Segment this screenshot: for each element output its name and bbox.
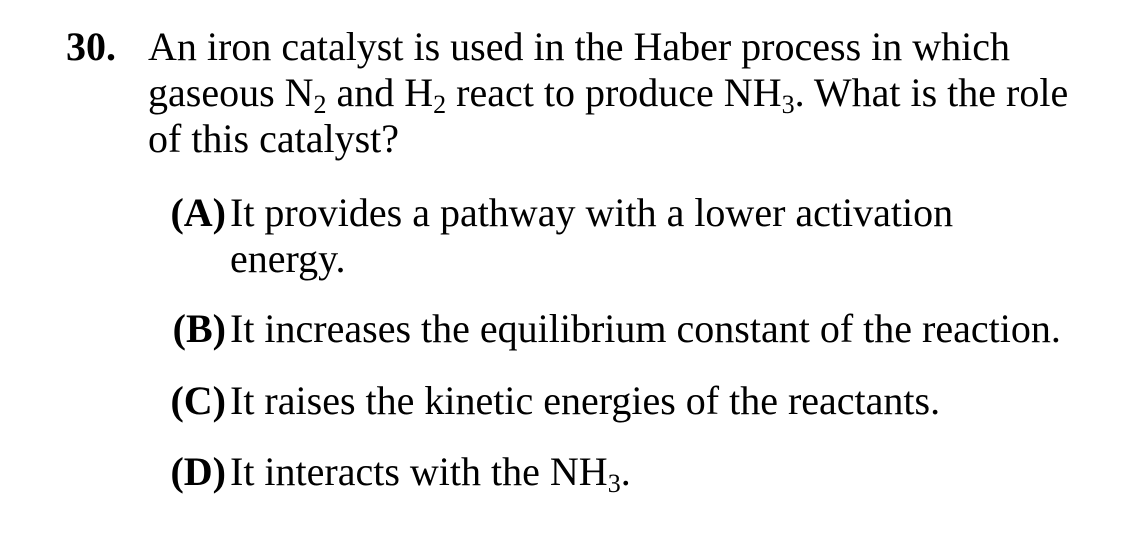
question-stem: An iron catalyst is used in the Haber pr… [148, 24, 1128, 162]
option-letter-d: (D) [170, 449, 226, 494]
option-text-c: It raises the kinetic energies of the re… [230, 378, 941, 423]
subscript: 2 [433, 90, 447, 119]
option-letter-a: (A) [170, 190, 226, 235]
question-number: 30. [66, 24, 116, 69]
answer-option-a[interactable]: (A) It provides a pathway with a lower a… [148, 190, 1128, 282]
option-d-period: . [620, 449, 631, 494]
option-letter-c: (C) [170, 378, 226, 423]
answer-option-d[interactable]: (D) It interacts with the NH3. [148, 449, 1128, 498]
stem-text: gaseous N [148, 70, 314, 115]
stem-text: react to produce NH [446, 70, 782, 115]
stem-line-1: An iron catalyst is used in the Haber pr… [148, 24, 1011, 69]
option-text-b: It increases the equilibrium constant of… [230, 306, 1061, 351]
option-d-text: It interacts with the NH [230, 449, 608, 494]
subscript: 3 [781, 90, 795, 119]
option-text-a: It provides a pathway with a lower activ… [230, 190, 953, 282]
option-text-d: It interacts with the NH3. [230, 449, 631, 498]
question-30: 30. An iron catalyst is used in the Habe… [0, 0, 1145, 538]
subscript: 2 [313, 90, 327, 119]
option-a-line-2: energy. [230, 236, 346, 281]
stem-text: . What is the role [794, 70, 1069, 115]
stem-text: and H [326, 70, 434, 115]
answer-option-c[interactable]: (C) It raises the kinetic energies of th… [148, 378, 1128, 424]
stem-line-2: gaseous N2 and H2 react to produce NH3. … [148, 70, 1128, 119]
subscript: 3 [607, 469, 621, 498]
answer-option-b[interactable]: (B) It increases the equilibrium constan… [148, 306, 1128, 352]
stem-line-3: of this catalyst? [148, 116, 400, 161]
option-a-line-1: It provides a pathway with a lower activ… [230, 190, 954, 235]
option-letter-b: (B) [172, 306, 226, 351]
